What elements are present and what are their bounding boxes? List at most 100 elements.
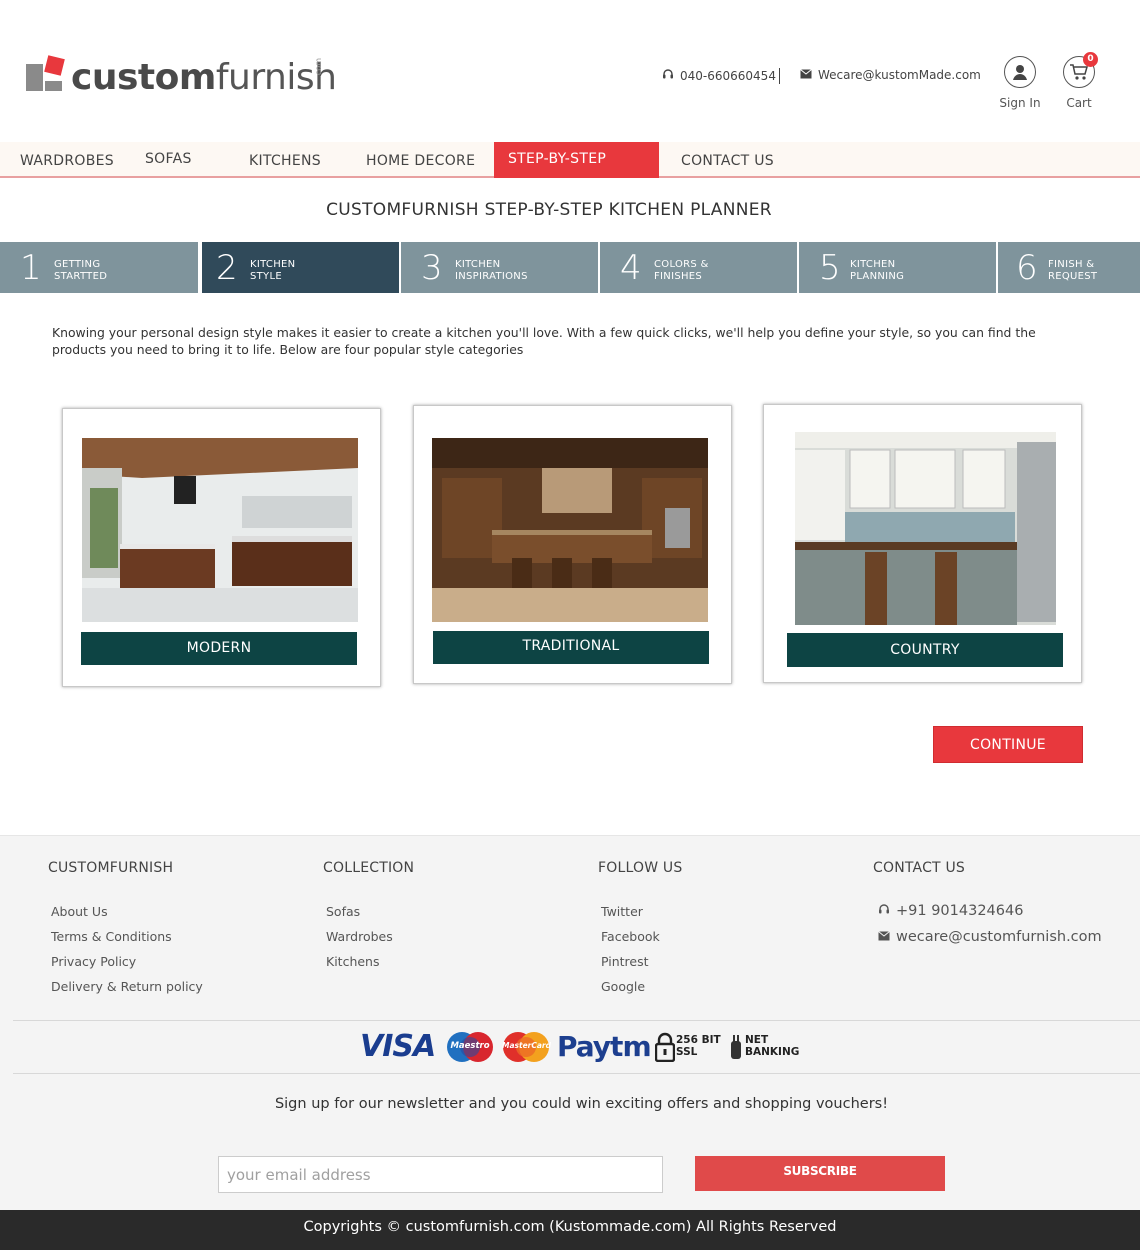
step-5-kitchen-planning[interactable]: 5 KITCHEN PLANNING xyxy=(799,242,996,293)
logo-mark-square xyxy=(45,81,62,91)
headset-icon xyxy=(878,903,890,919)
subscribe-button[interactable]: SUBSCRIBE xyxy=(695,1156,945,1191)
footer-link-twitter[interactable]: Twitter xyxy=(601,904,660,929)
footer-link-google[interactable]: Google xyxy=(601,979,660,1004)
style-button-modern[interactable]: MODERN xyxy=(81,632,357,665)
visa-logo-text: VISA xyxy=(360,1029,436,1064)
mastercard-logo: MasterCard xyxy=(502,1030,551,1064)
logo-mark-red-square xyxy=(44,55,65,76)
step-label: FINISH & xyxy=(1048,258,1095,270)
net-line2: BANKING xyxy=(745,1046,800,1058)
style-card-country[interactable]: COUNTRY xyxy=(763,404,1082,683)
maestro-logo: Maestro xyxy=(446,1030,494,1064)
continue-button[interactable]: CONTINUE xyxy=(933,726,1083,763)
header-phone-text: 040-660660454 xyxy=(680,68,776,83)
site-logo[interactable]: customfurnish .com xyxy=(26,54,337,98)
mail-icon xyxy=(878,929,890,945)
user-icon xyxy=(1004,56,1036,88)
footer-divider xyxy=(13,1073,1140,1074)
net-line1: NET xyxy=(745,1034,769,1046)
footer-email-text: wecare@customfurnish.com xyxy=(896,929,1102,945)
page-title: CUSTOMFURNISH STEP-BY-STEP KITCHEN PLANN… xyxy=(326,200,772,220)
sign-in-button[interactable]: Sign In xyxy=(990,56,1050,110)
step-3-kitchen-inspirations[interactable]: 3 KITCHEN INSPIRATIONS xyxy=(401,242,598,293)
visa-logo: VISA xyxy=(360,1030,440,1064)
footer-link-privacy[interactable]: Privacy Policy xyxy=(51,954,203,979)
ssl-badge-text: 256 BIT SSL xyxy=(676,1034,721,1058)
step-2-kitchen-style[interactable]: 2 KITCHEN STYLE xyxy=(202,242,399,293)
footer-link-sofas[interactable]: Sofas xyxy=(326,904,393,929)
newsletter-text: Sign up for our newsletter and you could… xyxy=(274,1096,889,1112)
header-email-text: Wecare@kustomMade.com xyxy=(818,68,981,82)
nav-item-kitchens[interactable]: KITCHENS xyxy=(249,142,321,178)
cart-button[interactable]: Cart xyxy=(1049,56,1109,110)
cart-label: Cart xyxy=(1066,96,1092,110)
step-label: REQUEST xyxy=(1048,270,1098,282)
step-label: KITCHEN xyxy=(455,258,501,270)
style-card-modern[interactable]: MODERN xyxy=(62,408,381,687)
footer-phone[interactable]: +91 9014324646 xyxy=(878,903,1023,919)
step-label: KITCHEN xyxy=(250,258,296,270)
paytm-logo: Paytm xyxy=(557,1030,652,1064)
nav-item-sofas[interactable]: SOFAS xyxy=(145,142,192,178)
step-label: GETTING xyxy=(54,258,101,270)
net-banking-badge: NET BANKING xyxy=(728,1030,804,1064)
header-divider xyxy=(779,68,780,84)
footer-phone-text: +91 9014324646 xyxy=(896,903,1024,919)
cart-count-badge: 0 xyxy=(1083,52,1098,67)
newsletter-email-input[interactable] xyxy=(218,1156,663,1193)
step-label: STYLE xyxy=(250,270,282,282)
header-email[interactable]: Wecare@kustomMade.com xyxy=(800,68,981,82)
nav-item-wardrobes[interactable]: WARDROBES xyxy=(20,142,114,178)
footer-link-wardrobes[interactable]: Wardrobes xyxy=(326,929,393,954)
ssl-line2: SSL xyxy=(676,1046,698,1058)
step-6-finish-request[interactable]: 6 FINISH & REQUEST xyxy=(998,242,1140,293)
copyright-bar: Copyrights © customfurnish.com (Kustomma… xyxy=(0,1210,1140,1250)
footer-email[interactable]: wecare@customfurnish.com xyxy=(878,929,1102,945)
step-label: STARTTED xyxy=(54,270,108,282)
step-number: 6 xyxy=(1016,247,1038,288)
paytm-logo-text: Paytm xyxy=(557,1030,652,1063)
footer-links-collection: Sofas Wardrobes Kitchens xyxy=(326,904,393,979)
country-kitchen-image xyxy=(795,432,1056,625)
step-number: 5 xyxy=(819,247,841,288)
footer-links-customfurnish: About Us Terms & Conditions Privacy Poli… xyxy=(51,904,203,1004)
footer-heading-customfurnish: CUSTOMFURNISH xyxy=(48,860,174,876)
footer-heading-follow-us: FOLLOW US xyxy=(598,860,683,876)
style-button-country[interactable]: COUNTRY xyxy=(787,633,1063,667)
step-number: 1 xyxy=(20,247,42,288)
traditional-kitchen-image xyxy=(432,438,708,622)
logo-suffix: .com xyxy=(314,58,323,78)
step-number: 3 xyxy=(421,247,443,288)
nav-item-home-decore[interactable]: HOME DECORE xyxy=(366,142,475,178)
footer-link-delivery-return[interactable]: Delivery & Return policy xyxy=(51,979,203,1004)
step-label: INSPIRATIONS xyxy=(455,270,528,282)
intro-text: Knowing your personal design style makes… xyxy=(52,325,1036,357)
footer-link-about-us[interactable]: About Us xyxy=(51,904,203,929)
logo-mark-square xyxy=(26,64,43,81)
logo-wordmark: customfurnish xyxy=(71,57,337,98)
footer-link-pintrest[interactable]: Pintrest xyxy=(601,954,660,979)
style-card-traditional[interactable]: TRADITIONAL xyxy=(413,405,732,684)
footer-link-terms[interactable]: Terms & Conditions xyxy=(51,929,203,954)
step-label: KITCHEN xyxy=(850,258,896,270)
header-phone[interactable]: 040-660660454 xyxy=(662,68,776,83)
mail-icon xyxy=(800,68,812,82)
nav-item-contact-us[interactable]: CONTACT US xyxy=(681,142,774,178)
step-4-colors-finishes[interactable]: 4 COLORS & FINISHES xyxy=(600,242,797,293)
footer: CUSTOMFURNISH About Us Terms & Condition… xyxy=(0,835,1140,1210)
nav-item-step-by-step-plan[interactable]: STEP-BY-STEP PLAN xyxy=(494,142,659,201)
headset-icon xyxy=(662,68,674,83)
footer-heading-contact-us: CONTACT US xyxy=(873,860,965,876)
maestro-logo-text: Maestro xyxy=(450,1041,490,1051)
step-label: PLANNING xyxy=(850,270,905,282)
footer-links-social: Twitter Facebook Pintrest Google xyxy=(601,904,660,1004)
footer-link-facebook[interactable]: Facebook xyxy=(601,929,660,954)
step-label: FINISHES xyxy=(654,270,703,282)
step-1-getting-started[interactable]: 1 GETTING STARTTED xyxy=(0,242,198,293)
main-nav: WARDROBES SOFAS KITCHENS HOME DECORE STE… xyxy=(0,142,1140,201)
footer-heading-collection: COLLECTION xyxy=(323,860,415,876)
style-button-traditional[interactable]: TRADITIONAL xyxy=(433,631,709,664)
footer-link-kitchens[interactable]: Kitchens xyxy=(326,954,393,979)
ssl-line1: 256 BIT xyxy=(676,1034,721,1046)
